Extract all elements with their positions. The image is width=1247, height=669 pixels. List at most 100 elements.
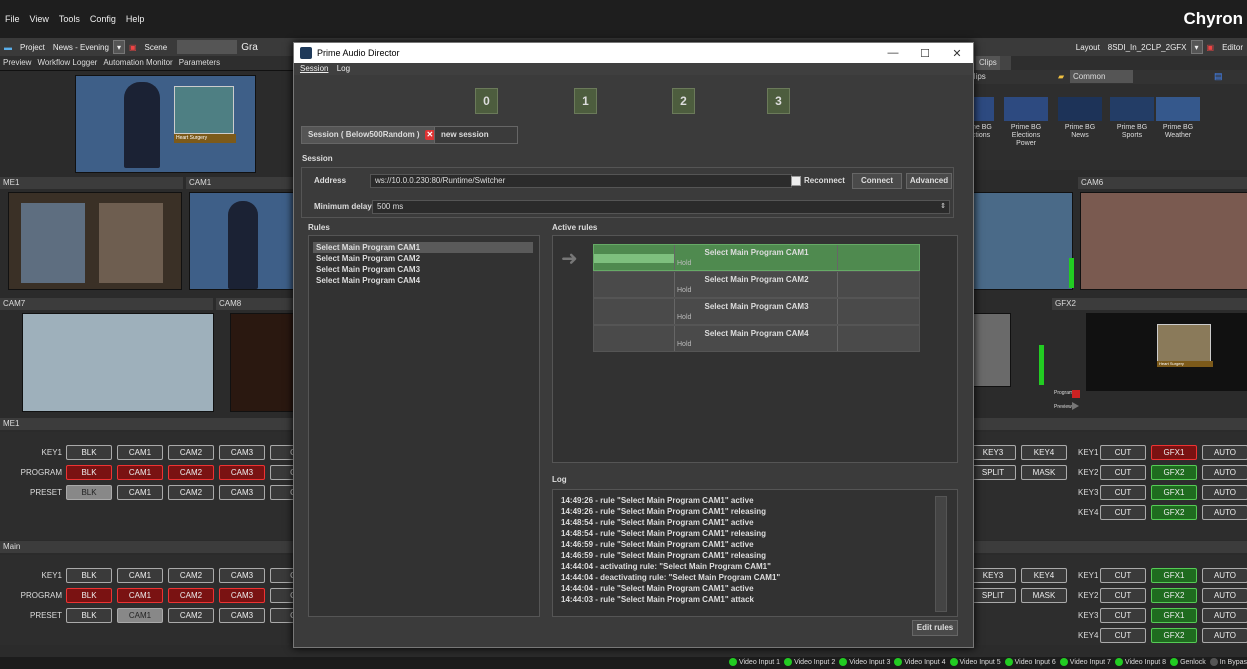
transition-button[interactable]: AUTO [1202,627,1247,643]
source-button[interactable]: BLK [66,444,112,460]
clips-folder-select[interactable]: Common [1070,70,1133,83]
menu-tools[interactable]: Tools [54,0,85,38]
key-control-button[interactable]: KEY4 [1021,444,1067,460]
play-icon[interactable] [1072,402,1079,410]
transition-button[interactable]: GFX2 [1151,587,1197,603]
transition-button[interactable]: GFX1 [1151,484,1197,500]
tab-new-session[interactable]: new session [434,126,518,144]
source-button[interactable]: CAM1 [117,607,163,623]
transition-button[interactable]: AUTO [1202,587,1247,603]
active-rule-row[interactable]: Select Main Program CAM2 Hold [593,271,920,298]
tab-clips[interactable]: Clips [976,56,1000,70]
tab-parameters[interactable]: Parameters [176,56,223,70]
source-button[interactable]: CAM3 [219,444,265,460]
layout-chevron-icon[interactable]: ▾ [1190,40,1203,54]
grid-view-icon[interactable]: ▤ [1214,71,1223,82]
rule-item[interactable]: Select Main Program CAM3 [313,264,533,275]
menu-session[interactable]: Session [300,64,328,73]
source-button[interactable]: CAM2 [168,607,214,623]
source-button[interactable]: BLK [66,567,112,583]
project-value[interactable]: News - Evening [49,43,113,52]
source-button[interactable]: BLK [66,464,112,480]
minimize-button[interactable]: — [877,47,909,59]
transition-button[interactable]: AUTO [1202,567,1247,583]
edit-rules-button[interactable]: Edit rules [912,620,958,636]
source-button[interactable]: BLK [66,607,112,623]
tab-automation-monitor[interactable]: Automation Monitor [100,56,175,70]
clip-thumb[interactable] [1004,97,1048,121]
reconnect-checkbox[interactable] [791,176,801,186]
source-button[interactable]: CAM2 [168,444,214,460]
rule-item[interactable]: Select Main Program CAM2 [313,253,533,264]
channel-0[interactable]: 0 [475,88,498,114]
source-button[interactable]: CAM2 [168,587,214,603]
key-control-button[interactable]: KEY4 [1021,567,1067,583]
address-input[interactable]: ws://10.0.0.230:80/Runtime/Switcher [370,174,792,188]
project-chevron-icon[interactable]: ▾ [112,40,125,54]
source-button[interactable]: CAM1 [117,444,163,460]
project-dropdown[interactable]: Project [16,43,49,52]
source-button[interactable]: CAM3 [219,587,265,603]
channel-3[interactable]: 3 [767,88,790,114]
transition-button[interactable]: CUT [1100,484,1146,500]
maximize-button[interactable]: ☐ [909,47,941,60]
tab-workflow-logger[interactable]: Workflow Logger [34,56,100,70]
layout-value[interactable]: 8SDI_In_2CLP_2GFX [1104,43,1191,52]
source-button[interactable]: CAM1 [117,484,163,500]
transition-button[interactable]: GFX1 [1151,607,1197,623]
source-button[interactable]: CAM2 [168,484,214,500]
source-button[interactable]: CAM3 [219,607,265,623]
transition-button[interactable]: CUT [1100,444,1146,460]
transition-button[interactable]: GFX1 [1151,444,1197,460]
rule-item[interactable]: Select Main Program CAM1 [313,242,533,253]
transition-button[interactable]: AUTO [1202,607,1247,623]
tab-session-below500random[interactable]: Session ( Below500Random ) ✕ [301,126,442,144]
menu-log[interactable]: Log [337,64,350,73]
transition-button[interactable]: CUT [1100,504,1146,520]
key-control-button[interactable]: SPLIT [970,464,1016,480]
menu-view[interactable]: View [25,0,54,38]
key-control-button[interactable]: MASK [1021,587,1067,603]
record-icon[interactable] [1072,390,1080,398]
source-button[interactable]: BLK [66,484,112,500]
channel-1[interactable]: 1 [574,88,597,114]
transition-button[interactable]: GFX2 [1151,464,1197,480]
menu-file[interactable]: File [0,0,25,38]
title-bar[interactable]: Prime Audio Director — ☐ ✕ [294,43,973,63]
transition-button[interactable]: CUT [1100,607,1146,623]
rule-item[interactable]: Select Main Program CAM4 [313,275,533,286]
transition-button[interactable]: AUTO [1202,484,1247,500]
transition-button[interactable]: GFX2 [1151,504,1197,520]
menu-help[interactable]: Help [121,0,150,38]
source-button[interactable]: CAM1 [117,567,163,583]
transition-button[interactable]: AUTO [1202,504,1247,520]
transition-button[interactable]: AUTO [1202,444,1247,460]
channel-2[interactable]: 2 [672,88,695,114]
source-button[interactable]: BLK [66,587,112,603]
transition-button[interactable]: CUT [1100,567,1146,583]
key-control-button[interactable]: SPLIT [970,587,1016,603]
scene-field[interactable] [177,40,238,54]
source-button[interactable]: CAM1 [117,587,163,603]
advanced-button[interactable]: Advanced [906,173,952,189]
close-button[interactable]: ✕ [941,47,973,60]
source-button[interactable]: CAM3 [219,464,265,480]
transition-button[interactable]: GFX2 [1151,627,1197,643]
transition-button[interactable]: CUT [1100,587,1146,603]
source-button[interactable]: CAM2 [168,464,214,480]
transition-button[interactable]: CUT [1100,627,1146,643]
editor-button[interactable]: Editor [1218,43,1247,52]
clip-thumb[interactable] [1110,97,1154,121]
transition-button[interactable]: AUTO [1202,464,1247,480]
active-rule-row[interactable]: Select Main Program CAM1 Hold [593,244,920,271]
log-scrollbar[interactable] [935,496,947,612]
active-rule-row[interactable]: Select Main Program CAM4 Hold [593,325,920,352]
minimum-delay-input[interactable]: 500 ms ⇕ [372,200,950,214]
source-button[interactable]: CAM2 [168,567,214,583]
key-control-button[interactable]: KEY3 [970,567,1016,583]
connect-button[interactable]: Connect [852,173,902,189]
key-control-button[interactable]: KEY3 [970,444,1016,460]
gra-partial[interactable]: Gra [237,42,262,53]
transition-button[interactable]: GFX1 [1151,567,1197,583]
clip-thumb[interactable] [1156,97,1200,121]
